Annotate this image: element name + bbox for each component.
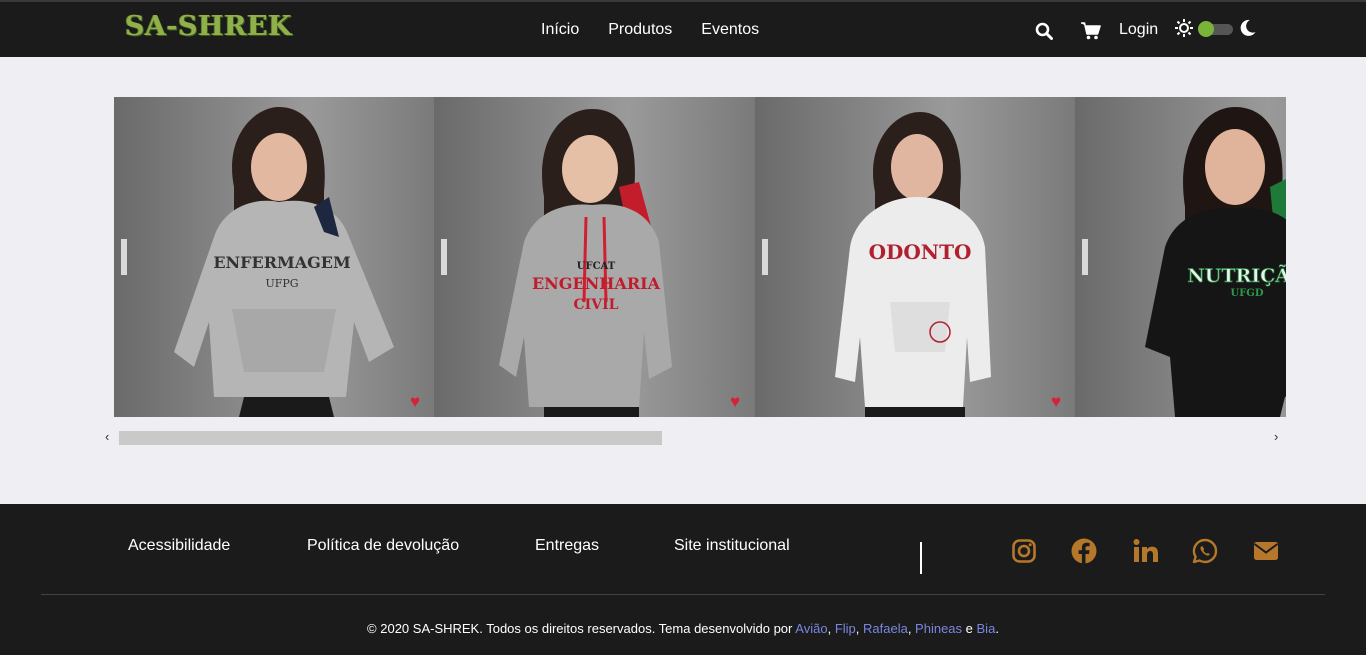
scrollbar-track[interactable] [119, 429, 1274, 446]
whatsapp-icon[interactable] [1192, 538, 1218, 564]
hoodie-print: ODONTO [869, 240, 972, 264]
hoodie-print: UFCAT [577, 261, 616, 272]
moon-icon [1240, 19, 1256, 36]
copyright-conjunction: e [965, 621, 973, 636]
product-slide[interactable]: UFCAT ENGENHARIA CIVIL ♥ [434, 97, 755, 417]
hoodie-print: CIVIL [574, 297, 619, 313]
watermark-tag [121, 239, 127, 275]
favorite-icon[interactable]: ♥ [1051, 393, 1061, 410]
hoodie-print: ENGENHARIA [532, 274, 661, 293]
nav-link-produtos[interactable]: Produtos [608, 21, 672, 39]
email-icon[interactable] [1253, 538, 1279, 564]
favorite-icon[interactable]: ♥ [730, 393, 740, 410]
author-link-flip[interactable]: Flip [835, 621, 856, 636]
author-link-aviao[interactable]: Avião [795, 621, 827, 636]
favorite-icon[interactable]: ♥ [410, 393, 420, 410]
watermark-tag [1082, 239, 1088, 275]
hoodie-print: ENFERMAGEM [213, 253, 350, 272]
scroll-right-arrow-icon[interactable]: › [1274, 430, 1278, 444]
nav-link-eventos[interactable]: Eventos [701, 21, 759, 39]
product-slide[interactable]: NUTRIÇÃO UFGD [1075, 97, 1286, 417]
footer-link-acessibilidade[interactable]: Acessibilidade [128, 537, 230, 555]
instagram-icon[interactable] [1011, 538, 1037, 564]
product-slide[interactable]: ODONTO ♥ [755, 97, 1076, 417]
cart-icon[interactable] [1081, 22, 1101, 40]
author-link-phineas[interactable]: Phineas [915, 621, 962, 636]
carousel-scrollbar[interactable]: ‹ › [104, 429, 1288, 446]
footer-link-entregas[interactable]: Entregas [535, 537, 599, 555]
theme-toggle-knob [1198, 21, 1214, 37]
product-photo: NUTRIÇÃO UFGD [1145, 107, 1286, 417]
hoodie-print: NUTRIÇÃO [1187, 264, 1286, 287]
brand-logo[interactable]: SA-SHREK [125, 11, 292, 42]
nav-links: Início Produtos Eventos [541, 21, 788, 39]
product-photo: ENFERMAGEM UFPG [174, 107, 394, 417]
author-link-bia[interactable]: Bia [977, 621, 996, 636]
footer: Acessibilidade Política de devolução Ent… [0, 504, 1366, 655]
facebook-icon[interactable] [1071, 538, 1097, 564]
hoodie-print: UFGD [1230, 288, 1263, 299]
copyright-prefix: © 2020 SA-SHREK. Todos os direitos reser… [367, 621, 793, 636]
product-slide[interactable]: ENFERMAGEM UFPG ♥ [114, 97, 435, 417]
product-photo: UFCAT ENGENHARIA CIVIL [499, 109, 672, 417]
footer-separator [41, 594, 1325, 595]
footer-divider [920, 542, 922, 574]
watermark-tag [762, 239, 768, 275]
search-icon[interactable] [1035, 22, 1053, 40]
product-carousel[interactable]: ENFERMAGEM UFPG ♥ UFCAT ENGENHARIA CIVIL… [114, 97, 1286, 417]
footer-link-politica-devolucao[interactable]: Política de devolução [307, 537, 459, 555]
login-link[interactable]: Login [1119, 21, 1158, 39]
navbar: SA-SHREK Início Produtos Eventos Login [0, 0, 1366, 57]
watermark-tag [441, 239, 447, 275]
sun-icon [1175, 19, 1193, 37]
nav-link-inicio[interactable]: Início [541, 21, 579, 39]
author-link-rafaela[interactable]: Rafaela [863, 621, 908, 636]
product-photo: ODONTO [835, 112, 991, 417]
theme-toggle[interactable] [1198, 21, 1233, 37]
copyright-text: © 2020 SA-SHREK. Todos os direitos reser… [367, 621, 999, 636]
footer-link-site-institucional[interactable]: Site institucional [674, 537, 790, 555]
hoodie-print: UFPG [265, 277, 298, 290]
scroll-left-arrow-icon[interactable]: ‹ [105, 430, 109, 444]
linkedin-icon[interactable] [1133, 538, 1159, 564]
scrollbar-thumb[interactable] [119, 431, 662, 445]
